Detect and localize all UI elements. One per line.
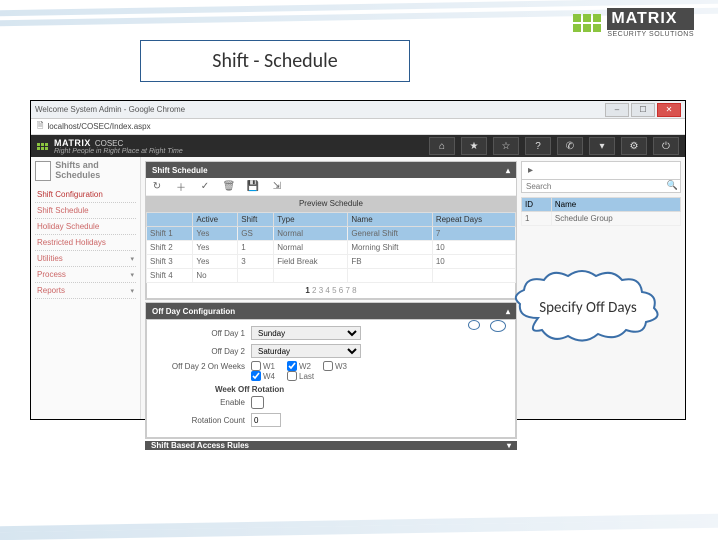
week-last[interactable]: Last [287, 371, 314, 381]
home-icon[interactable]: ⌂ [429, 137, 455, 155]
offday1-label: Off Day 1 [155, 329, 245, 338]
enable-label: Enable [155, 398, 245, 407]
callout-cloud: Specify Off Days [518, 278, 658, 338]
shift-schedule-header: Shift Schedule▴ [146, 162, 516, 178]
table-row[interactable]: 1 Schedule Group [522, 212, 681, 226]
sidebar-item-process[interactable]: Process▾ [35, 267, 136, 283]
app-header: MATRIX COSEC Right People in Right Place… [31, 135, 685, 157]
table-row[interactable]: Shift 2Yes1NormalMorning Shift10 [147, 241, 516, 255]
cloud-trail-icon [468, 320, 480, 330]
offday1-select[interactable]: Sunday [251, 326, 361, 340]
table-row[interactable]: Shift 1YesGSNormalGeneral Shift7 [147, 227, 516, 241]
page-icon: 🗎 [37, 120, 43, 134]
url-bar[interactable]: 🗎 localhost/COSEC/Index.aspx [31, 119, 685, 135]
offday-header: Off Day Configuration▴ [146, 303, 516, 319]
preview-schedule-button[interactable]: Preview Schedule [146, 196, 516, 212]
week-w4[interactable]: W4 [251, 371, 275, 381]
week-w3[interactable]: W3 [323, 361, 347, 371]
pagination[interactable]: 1 2 3 4 5 6 7 8 [146, 283, 516, 299]
cloud-trail-icon [490, 320, 506, 332]
gear-icon[interactable]: ⚙ [621, 137, 647, 155]
app-tagline: Right People in Right Place at Right Tim… [54, 148, 183, 155]
shift-table: Active Shift Type Name Repeat Days Shift… [146, 212, 516, 283]
rcol-id: ID [522, 198, 552, 212]
window-titlebar: Welcome System Admin - Google Chrome – ☐… [31, 101, 685, 119]
star-icon[interactable]: ★ [461, 137, 487, 155]
col-active: Active [193, 213, 238, 227]
sidebar-item-utilities[interactable]: Utilities▾ [35, 251, 136, 267]
sidebar-head: Shifts and Schedules [55, 161, 136, 181]
more-icon[interactable]: ▾ [589, 137, 615, 155]
module-icon [35, 161, 51, 181]
save-icon[interactable]: 💾 [246, 181, 260, 192]
search-input[interactable] [521, 179, 681, 193]
window-close-button[interactable]: ✕ [657, 103, 681, 117]
sidebar: Shifts and Schedules Shift Configuration… [31, 157, 141, 419]
enable-checkbox[interactable] [251, 396, 264, 409]
export-icon[interactable]: ⇲ [270, 181, 284, 192]
logo-brand: MATRIX [607, 8, 694, 30]
rotation-head: Week Off Rotation [215, 385, 507, 394]
rotation-count-input[interactable] [251, 413, 281, 427]
screenshot-frame: Welcome System Admin - Google Chrome – ☐… [30, 100, 686, 420]
window-max-button[interactable]: ☐ [631, 103, 655, 117]
slide-title: Shift - Schedule [140, 40, 410, 82]
rp-arrow-icon[interactable]: ▸ [528, 165, 533, 176]
logo-tagline: SECURITY SOLUTIONS [607, 31, 694, 38]
expand-icon[interactable]: ▾ [507, 441, 511, 450]
sidebar-item-shift-schedule[interactable]: Shift Schedule [35, 203, 136, 219]
sidebar-item-holiday-schedule[interactable]: Holiday Schedule [35, 219, 136, 235]
callout-text: Specify Off Days [518, 278, 658, 338]
offday2-select[interactable]: Saturday [251, 344, 361, 358]
group-table: ID Name 1 Schedule Group [521, 197, 681, 226]
access-rules-header[interactable]: Shift Based Access Rules▾ [145, 441, 517, 450]
delete-icon[interactable]: 🗑 [222, 181, 236, 192]
app-logo-icon [37, 143, 48, 150]
url-text: localhost/COSEC/Index.aspx [47, 122, 150, 131]
weeks-label: Off Day 2 On Weeks [155, 362, 245, 371]
shift-toolbar: ↻ ＋ ✓ 🗑 💾 ⇲ [146, 178, 516, 196]
sidebar-item-restricted-holidays[interactable]: Restricted Holidays [35, 235, 136, 251]
refresh-icon[interactable]: ↻ [150, 181, 164, 192]
col-shift: Shift [238, 213, 274, 227]
search-icon[interactable]: 🔍 [667, 180, 678, 191]
week-w1[interactable]: W1 [251, 361, 275, 371]
phone-icon[interactable]: ✆ [557, 137, 583, 155]
help-icon[interactable]: ? [525, 137, 551, 155]
col-blank [147, 213, 193, 227]
offday2-label: Off Day 2 [155, 347, 245, 356]
week-w2[interactable]: W2 [287, 361, 311, 371]
app-brand: MATRIX [54, 138, 91, 148]
add-icon[interactable]: ＋ [174, 179, 188, 194]
table-row[interactable]: Shift 4No [147, 269, 516, 283]
power-icon[interactable]: ⏻ [653, 137, 679, 155]
star-outline-icon[interactable]: ☆ [493, 137, 519, 155]
brand-logo: MATRIX SECURITY SOLUTIONS [573, 8, 694, 38]
sidebar-item-shift-config[interactable]: Shift Configuration [35, 187, 136, 203]
collapse-icon[interactable]: ▴ [506, 166, 510, 175]
window-title: Welcome System Admin - Google Chrome [35, 105, 605, 114]
sidebar-item-reports[interactable]: Reports▾ [35, 283, 136, 299]
table-row[interactable]: Shift 3Yes3Field BreakFB10 [147, 255, 516, 269]
col-name: Name [348, 213, 433, 227]
rightpanel-toolbar: ▸ [521, 161, 681, 179]
app-product: COSEC [95, 139, 123, 148]
logo-squares-icon [573, 14, 601, 32]
window-min-button[interactable]: – [605, 103, 629, 117]
rcol-name: Name [551, 198, 680, 212]
col-repeat: Repeat Days [432, 213, 515, 227]
check-icon[interactable]: ✓ [198, 181, 212, 192]
rotation-count-label: Rotation Count [155, 416, 245, 425]
col-type: Type [274, 213, 348, 227]
